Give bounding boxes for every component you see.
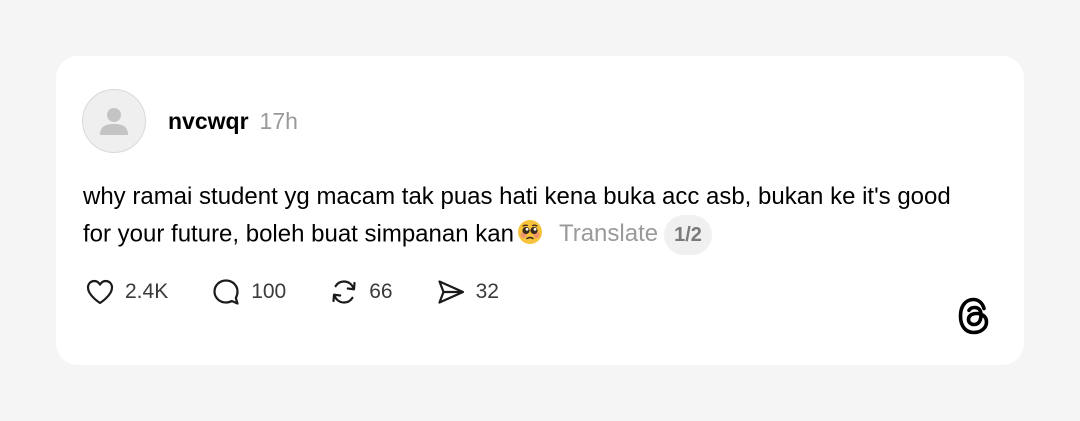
post-body: why ramai student yg macam tak puas hati… [83, 178, 983, 256]
comment-icon [213, 279, 239, 305]
comment-count: 100 [251, 280, 287, 303]
default-user-icon [100, 108, 128, 135]
post-header: nvcwqr 17h [168, 108, 298, 135]
translate-button[interactable]: Translate [559, 220, 658, 247]
repost-count: 66 [369, 280, 393, 303]
share-count: 32 [475, 280, 499, 303]
pleading-face-icon [517, 219, 543, 256]
repost-button[interactable]: 66 [328, 276, 393, 308]
like-button[interactable]: 2.4K [84, 276, 168, 308]
send-icon [438, 280, 464, 304]
avatar[interactable] [82, 89, 146, 153]
repost-icon [332, 280, 356, 304]
post-card: nvcwqr 17h why ramai student yg macam ta… [56, 56, 1024, 365]
comment-button[interactable]: 100 [210, 276, 286, 308]
share-button[interactable]: 32 [435, 276, 499, 308]
username[interactable]: nvcwqr [168, 108, 249, 135]
action-bar: 2.4K 100 66 32 [84, 276, 499, 308]
threads-logo-icon[interactable] [954, 294, 994, 338]
heart-icon [86, 279, 114, 305]
page-indicator[interactable]: 1/2 [664, 215, 712, 255]
like-count: 2.4K [125, 280, 169, 303]
post-timestamp: 17h [259, 108, 298, 134]
